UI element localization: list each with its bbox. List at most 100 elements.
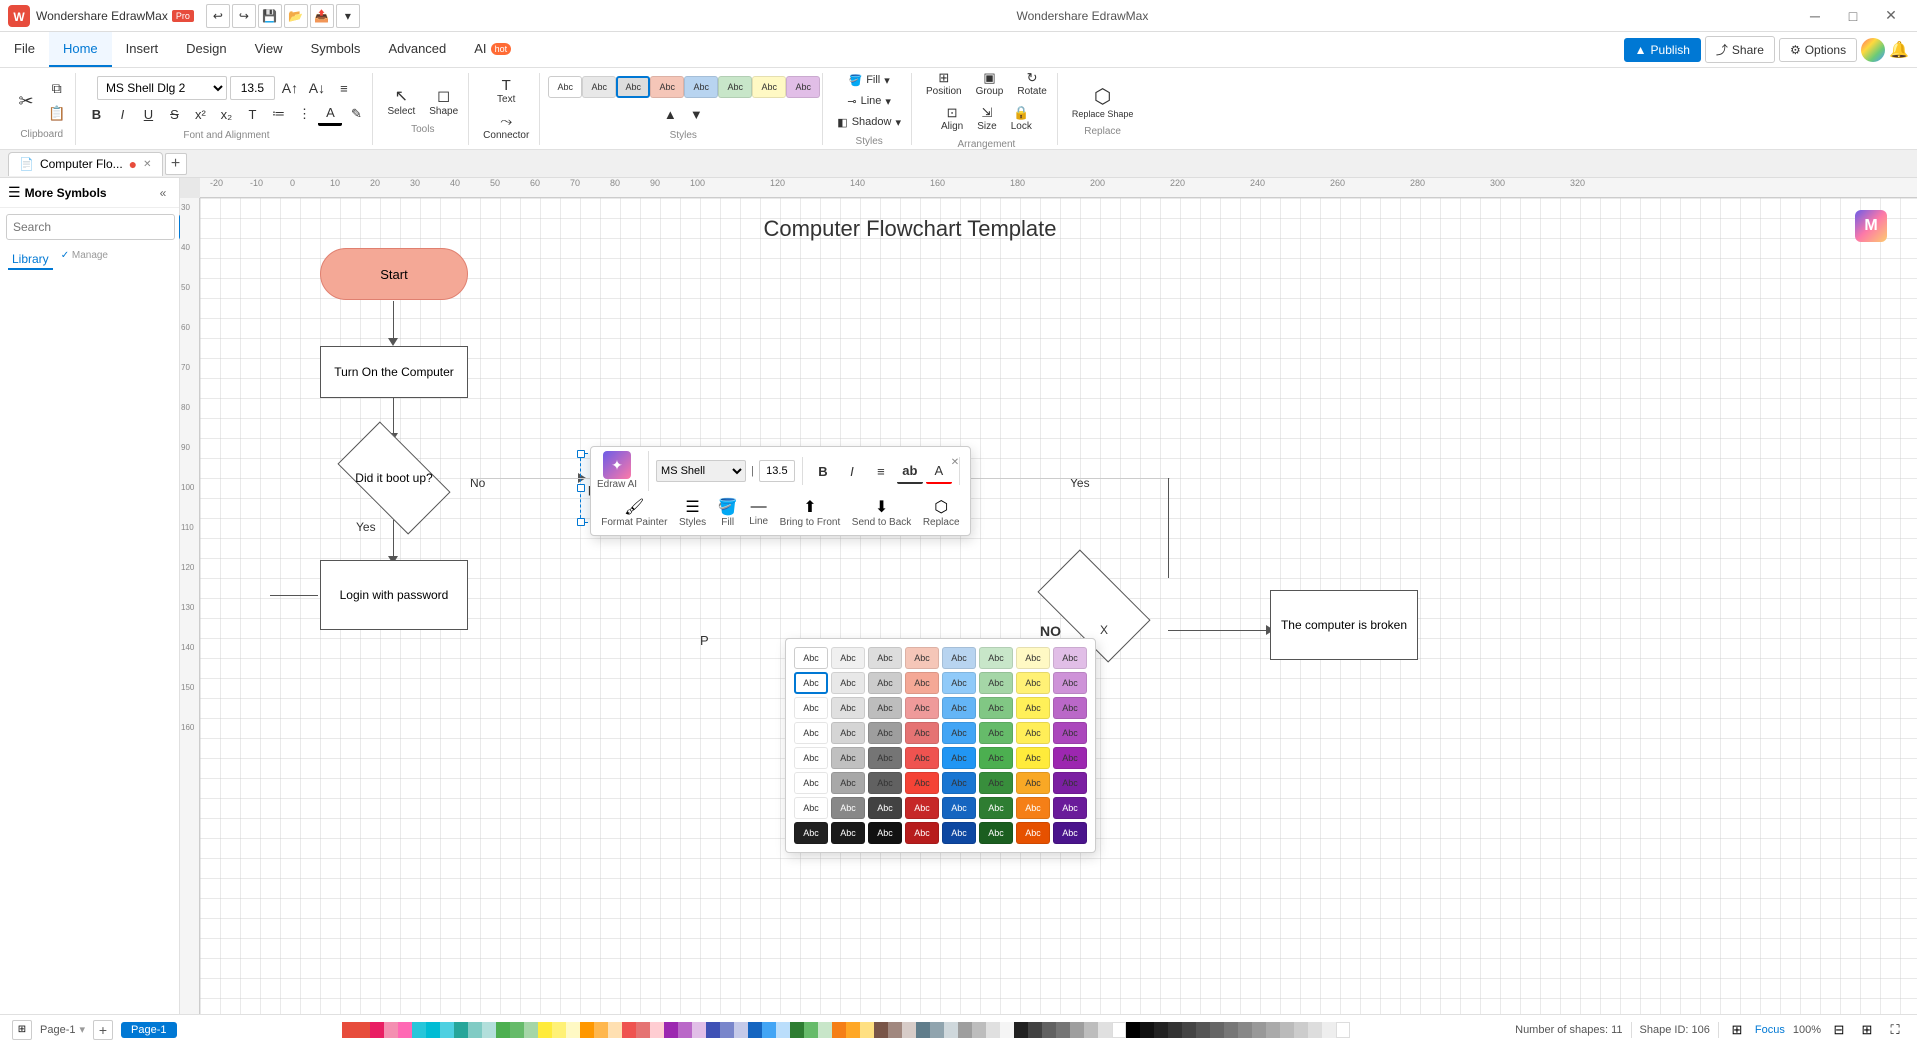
ft-font-select[interactable]: MS Shell	[656, 460, 746, 482]
add-tab-button[interactable]: +	[165, 153, 187, 175]
panel-swatch[interactable]: Abc	[831, 647, 865, 669]
panel-swatch[interactable]: Abc	[942, 772, 976, 794]
ft-fill[interactable]: 🪣 Fill	[718, 497, 738, 529]
panel-swatch[interactable]: Abc	[794, 822, 828, 844]
ft-send-to-back[interactable]: ⬇ Send to Back	[852, 497, 911, 529]
share-button[interactable]: ⤴Share	[1705, 36, 1775, 63]
panel-swatch[interactable]: Abc	[1053, 647, 1087, 669]
swatch-scroll-up[interactable]: ▲	[658, 102, 682, 126]
color-palette-strip[interactable]	[342, 1022, 1350, 1038]
sidebar-manage-link[interactable]: ✓ Manage	[61, 250, 108, 270]
panel-swatch[interactable]: Abc	[831, 697, 865, 719]
sel-handle-tl[interactable]	[577, 450, 585, 458]
minimize-button[interactable]: ─	[1797, 2, 1833, 30]
panel-swatch[interactable]: Abc	[868, 647, 902, 669]
panel-swatch[interactable]: Abc	[1053, 822, 1087, 844]
panel-swatch[interactable]: Abc	[1016, 647, 1050, 669]
document-tab[interactable]: 📄 Computer Flo... ● ✕	[8, 152, 163, 176]
panel-swatch[interactable]: Abc	[1016, 672, 1050, 694]
panel-swatch[interactable]: Abc	[979, 672, 1013, 694]
panel-swatch[interactable]: Abc	[905, 747, 939, 769]
ft-bold[interactable]: B	[810, 458, 836, 484]
shape-button[interactable]: ◻ Shape	[423, 83, 464, 120]
panel-swatch[interactable]: Abc	[868, 822, 902, 844]
panel-swatch[interactable]: Abc	[1016, 772, 1050, 794]
style-swatch-selected[interactable]: Abc	[616, 76, 650, 98]
panel-swatch[interactable]: Abc	[794, 747, 828, 769]
menu-symbols[interactable]: Symbols	[297, 32, 375, 67]
panel-swatch-selected[interactable]: Abc	[794, 672, 828, 694]
panel-swatch[interactable]: Abc	[831, 722, 865, 744]
panel-swatch[interactable]: Abc	[979, 647, 1013, 669]
user-avatar[interactable]	[1861, 38, 1885, 62]
select-button[interactable]: ↖ Select	[381, 83, 421, 120]
menu-design[interactable]: Design	[172, 32, 240, 67]
ft-size-input[interactable]	[759, 460, 795, 482]
zoom-out-button[interactable]: ⊟	[1829, 1020, 1849, 1040]
panel-swatch[interactable]: Abc	[942, 672, 976, 694]
list-btn[interactable]: ≔	[266, 102, 290, 126]
menu-advanced[interactable]: Advanced	[374, 32, 460, 67]
text-format-btn[interactable]: T	[240, 102, 264, 126]
ft-replace[interactable]: ⬡ Replace	[923, 497, 960, 529]
panel-swatch[interactable]: Abc	[905, 647, 939, 669]
ft-styles[interactable]: ☰ Styles	[679, 497, 706, 529]
style-swatch[interactable]: Abc	[718, 76, 752, 98]
font-size-input[interactable]	[230, 76, 275, 100]
panel-swatch[interactable]: Abc	[831, 822, 865, 844]
shape-did-boot[interactable]: Did it boot up?	[320, 438, 468, 518]
shape-turn-on[interactable]: Turn On the Computer	[320, 346, 468, 398]
italic-button[interactable]: I	[110, 102, 134, 126]
panel-swatch[interactable]: Abc	[831, 747, 865, 769]
sel-handle-ml[interactable]	[577, 484, 585, 492]
text-color-btn[interactable]: A	[318, 102, 342, 126]
panel-swatch[interactable]: Abc	[942, 797, 976, 819]
style-swatch[interactable]: Abc	[582, 76, 616, 98]
copy-button[interactable]: ⧉	[42, 77, 71, 100]
panel-swatch[interactable]: Abc	[1053, 697, 1087, 719]
page-layout-button[interactable]: ⊞	[12, 1020, 32, 1040]
panel-swatch[interactable]: Abc	[979, 697, 1013, 719]
publish-button[interactable]: ▲Publish	[1624, 38, 1701, 62]
current-page-tab[interactable]: Page-1	[121, 1022, 176, 1038]
panel-swatch[interactable]: Abc	[1016, 697, 1050, 719]
panel-swatch[interactable]: Abc	[942, 822, 976, 844]
panel-swatch[interactable]: Abc	[868, 697, 902, 719]
subscript-button[interactable]: x₂	[214, 102, 238, 126]
panel-swatch[interactable]: Abc	[1016, 722, 1050, 744]
panel-swatch[interactable]: Abc	[1053, 797, 1087, 819]
panel-swatch[interactable]: Abc	[1053, 747, 1087, 769]
panel-swatch[interactable]: Abc	[1016, 797, 1050, 819]
fullscreen-button[interactable]: ⛶	[1885, 1020, 1905, 1040]
panel-swatch[interactable]: Abc	[868, 797, 902, 819]
fit-page-button[interactable]: ⊞	[1727, 1020, 1747, 1040]
focus-button[interactable]: Focus	[1755, 1024, 1785, 1036]
panel-swatch[interactable]: Abc	[1053, 772, 1087, 794]
panel-swatch[interactable]: Abc	[905, 772, 939, 794]
export-button[interactable]: 📤	[310, 4, 334, 28]
panel-swatch[interactable]: Abc	[1053, 672, 1087, 694]
tab-close[interactable]: ✕	[143, 159, 151, 170]
lock-button[interactable]: 🔒 Lock	[1005, 102, 1038, 135]
sidebar-tab-library[interactable]: Library	[8, 250, 53, 270]
close-button[interactable]: ✕	[1873, 2, 1909, 30]
menu-home[interactable]: Home	[49, 32, 112, 67]
highlight-btn[interactable]: ✎	[344, 102, 368, 126]
style-swatch[interactable]: Abc	[650, 76, 684, 98]
align-button[interactable]: ≡	[332, 76, 356, 100]
panel-swatch[interactable]: Abc	[979, 747, 1013, 769]
ft-format-painter[interactable]: 🖌 Format Painter	[601, 497, 667, 529]
sel-handle-bl[interactable]	[577, 518, 585, 526]
sidebar-collapse-button[interactable]: «	[155, 185, 171, 201]
style-swatch[interactable]: Abc	[786, 76, 820, 98]
font-size-increase[interactable]: A↑	[278, 76, 302, 100]
panel-swatch[interactable]: Abc	[831, 672, 865, 694]
panel-swatch[interactable]: Abc	[794, 697, 828, 719]
shadow-button[interactable]: ◧Shadow▾	[831, 113, 907, 132]
position-button[interactable]: ⊞ Position	[920, 68, 968, 100]
menu-insert[interactable]: Insert	[112, 32, 173, 67]
panel-swatch[interactable]: Abc	[868, 772, 902, 794]
add-page-button[interactable]: +	[93, 1020, 113, 1040]
strikethrough-button[interactable]: S	[162, 102, 186, 126]
panel-swatch[interactable]: Abc	[868, 747, 902, 769]
